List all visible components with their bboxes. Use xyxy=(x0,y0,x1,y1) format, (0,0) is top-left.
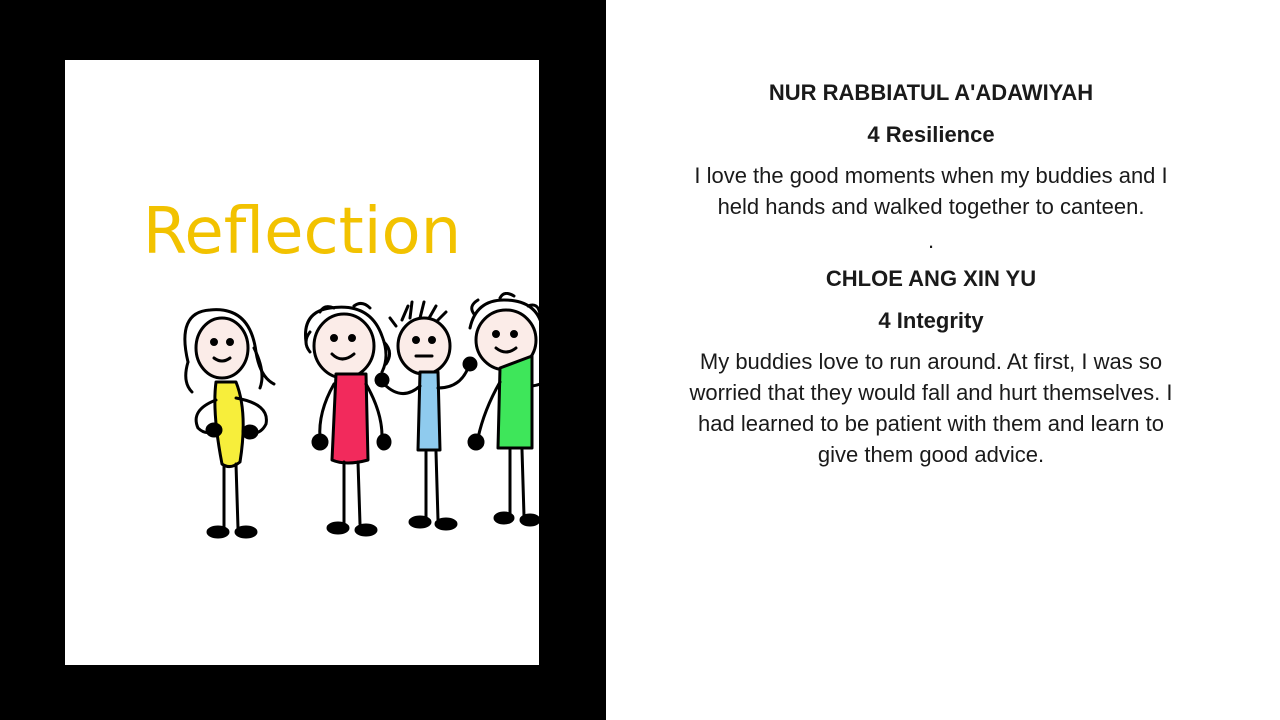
student-class: 4 Resilience xyxy=(867,122,995,147)
reflection-text: I love the good moments when my buddies … xyxy=(694,163,1168,219)
student-class: 4 Integrity xyxy=(878,308,984,333)
reflection-card: Reflection xyxy=(65,60,587,665)
child-figure-green xyxy=(467,292,587,527)
student-name: CHLOE ANG XIN YU xyxy=(825,266,1037,291)
reflections-column: NUR RABBIATUL A'ADAWIYAH 4 Resilience I … xyxy=(680,78,1182,470)
reflection-entry: CHLOE ANG XIN YU 4 Integrity My buddies … xyxy=(680,264,1182,470)
child-figure-yellow xyxy=(183,308,276,539)
stick-figure-children-illustration xyxy=(183,292,587,539)
left-black-panel: Reflection xyxy=(0,0,606,720)
reflection-text: My buddies love to run around. At first,… xyxy=(689,349,1173,467)
child-figure-blue xyxy=(374,300,478,531)
reflection-entry: NUR RABBIATUL A'ADAWIYAH 4 Resilience I … xyxy=(680,78,1182,222)
separator-dot: . xyxy=(927,228,935,253)
student-name: NUR RABBIATUL A'ADAWIYAH xyxy=(768,80,1094,105)
card-title: Reflection xyxy=(142,195,462,269)
child-figure-pink xyxy=(304,301,392,537)
